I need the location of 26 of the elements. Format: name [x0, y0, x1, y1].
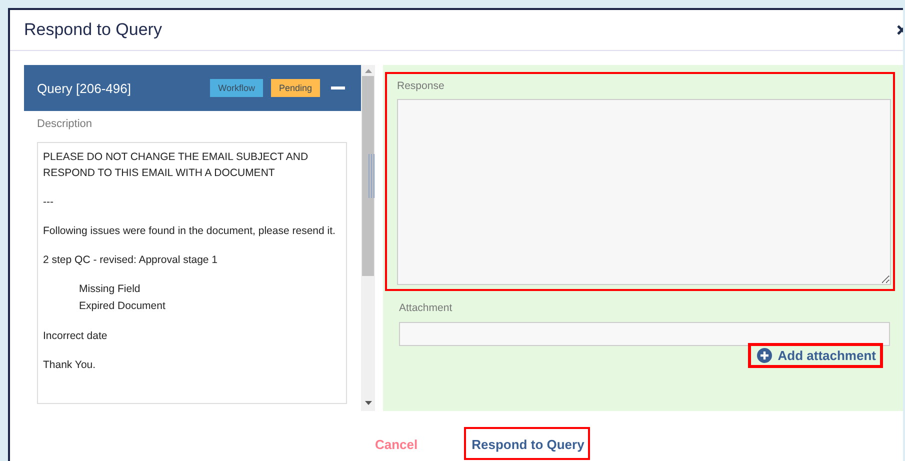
respond-button[interactable]: Respond to Query — [464, 427, 590, 460]
scroll-down-icon[interactable] — [364, 401, 372, 405]
description-text: --- — [43, 195, 54, 210]
description-text: Incorrect date — [43, 329, 108, 344]
description-label: Description — [37, 118, 94, 130]
scrollbar[interactable] — [361, 65, 375, 411]
grip-icon — [368, 154, 375, 198]
description-text: PLEASE DO NOT CHANGE THE EMAIL SUBJECT AND RESPOND TO THIS EMAIL WITH A DOCUMENT — [43, 150, 310, 181]
status-badge: Workflow — [210, 79, 263, 97]
scroll-up-icon[interactable] — [364, 69, 372, 73]
close-icon[interactable] — [897, 25, 903, 35]
response-field[interactable] — [397, 99, 891, 285]
dialog-title: Respond to Query — [24, 20, 162, 40]
response-label: Response — [397, 80, 446, 92]
status-badge: Pending — [270, 79, 320, 97]
description-text: Thank You. — [43, 358, 97, 373]
query-title: Query [206-496] — [37, 80, 132, 96]
description-item: Expired Document — [79, 299, 166, 314]
description-text: Following issues were found in the document, please resend it. — [43, 224, 336, 239]
attachment-label: Attachment — [399, 302, 454, 314]
scroll-thumb[interactable] — [362, 76, 374, 276]
plus-circle-icon — [756, 348, 772, 363]
add-attachment-link[interactable]: Add attachment — [748, 343, 883, 368]
attachment-field[interactable] — [399, 322, 890, 346]
description-text: 2 step QC - revised: Approval stage 1 — [43, 253, 219, 268]
description-item: Missing Field — [79, 282, 142, 297]
